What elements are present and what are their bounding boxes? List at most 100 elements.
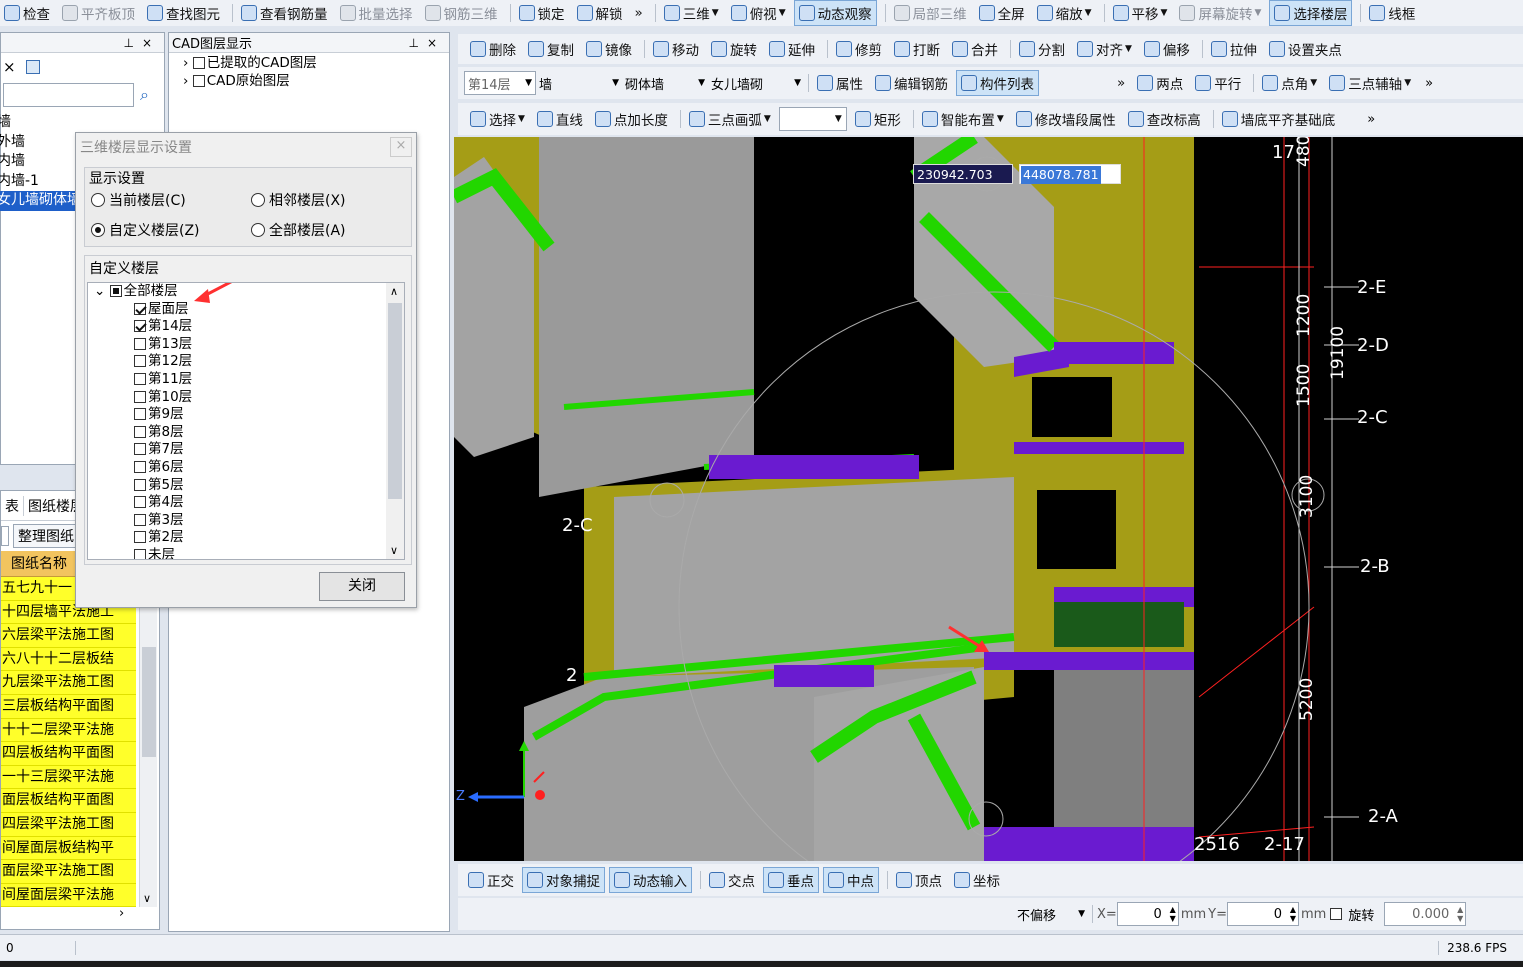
scroll-right-icon[interactable]: › bbox=[119, 906, 124, 921]
chevron-right-icon[interactable]: › bbox=[183, 73, 193, 89]
offset-mode-select[interactable]: 不偏移 ▼ bbox=[1014, 902, 1088, 926]
draw-toolbar-button[interactable]: 点加长度 bbox=[591, 107, 672, 131]
chevron-right-icon[interactable]: › bbox=[183, 55, 193, 71]
spinner-icon[interactable]: ▲ ▼ bbox=[1457, 905, 1463, 923]
scroll-down-icon[interactable]: ∨ bbox=[390, 544, 398, 557]
axis-toolbar-button[interactable]: 三点辅轴 ▼ bbox=[1325, 71, 1415, 95]
snap-button[interactable]: 正交 bbox=[464, 868, 518, 892]
drawing-list-item[interactable]: 十十二层梁平法施 bbox=[1, 718, 136, 743]
main-toolbar-button[interactable]: 查找图元 bbox=[143, 1, 224, 25]
main-toolbar-button[interactable]: 三维 ▼ bbox=[660, 1, 723, 25]
edit-toolbar-button[interactable]: 旋转 bbox=[707, 37, 761, 61]
draw-toolbar-button[interactable]: 墙底平齐基础底 bbox=[1218, 107, 1340, 131]
draw-toolbar-button[interactable]: 查改标高 bbox=[1124, 107, 1205, 131]
subtype-select[interactable]: 砌体墙 ▼ bbox=[622, 71, 708, 95]
rotate-checkbox[interactable] bbox=[1330, 908, 1343, 920]
checkbox[interactable] bbox=[134, 460, 146, 473]
checkbox[interactable] bbox=[134, 478, 146, 491]
floor-tree-item[interactable]: 第4层 bbox=[134, 494, 404, 512]
y-field[interactable]: 0 ▲ ▼ bbox=[1226, 902, 1299, 926]
main-toolbar-button[interactable]: 缩放 ▼ bbox=[1033, 1, 1096, 25]
main-toolbar-button[interactable]: » bbox=[631, 1, 647, 25]
chevron-down-icon[interactable]: ⌄ bbox=[94, 283, 110, 299]
checkbox[interactable] bbox=[192, 57, 205, 69]
draw-toolbar-button[interactable]: ▼ bbox=[778, 107, 847, 131]
main-toolbar-button[interactable]: 全屏 bbox=[975, 1, 1029, 25]
checkbox[interactable] bbox=[192, 74, 205, 87]
floor-tree-item[interactable]: 第11层 bbox=[134, 371, 404, 389]
main-toolbar-button[interactable]: 平齐板顶 bbox=[58, 1, 139, 25]
edit-toolbar-button[interactable]: 打断 bbox=[890, 37, 944, 61]
draw-toolbar-button[interactable]: 修改墙段属性 bbox=[1012, 107, 1120, 131]
tri-state-checkbox[interactable] bbox=[109, 285, 122, 297]
floor-tree-scrollbar[interactable]: ∧ ∨ bbox=[386, 283, 404, 559]
axis-toolbar-button[interactable]: 两点 bbox=[1133, 71, 1187, 95]
main-toolbar-button[interactable]: 动态观察 bbox=[793, 0, 877, 26]
snap-button[interactable]: 对象捕捉 bbox=[522, 867, 605, 893]
main-toolbar-button[interactable]: 批量选择 bbox=[336, 1, 417, 25]
checked-checkbox[interactable] bbox=[134, 320, 146, 333]
drawing-list-item[interactable]: 九层梁平法施工图 bbox=[1, 671, 136, 695]
snap-button[interactable]: 动态输入 bbox=[609, 867, 692, 893]
drawing-list-scrollbar[interactable]: ∨ bbox=[139, 577, 157, 907]
main-toolbar-button[interactable]: 屏幕旋转 ▼ bbox=[1175, 1, 1265, 25]
draw-toolbar-button[interactable]: 三点画弧 ▼ bbox=[685, 107, 775, 131]
floor-tree-item[interactable]: 第13层 bbox=[134, 336, 404, 354]
drawing-list-item[interactable]: 四层板结构平面图 bbox=[1, 742, 136, 766]
checkbox[interactable] bbox=[134, 337, 146, 350]
close-icon[interactable]: × bbox=[3, 58, 16, 76]
close-dialog-button[interactable]: 关闭 bbox=[319, 572, 405, 601]
scrollbar-thumb[interactable] bbox=[142, 647, 156, 757]
component-tree-item[interactable]: 墙 bbox=[0, 113, 164, 133]
edit-toolbar-button[interactable]: 合并 bbox=[948, 37, 1002, 61]
drawing-list-item[interactable]: 面层梁平法施工图 bbox=[1, 860, 136, 884]
drawing-list-item[interactable]: 三层板结构平面图 bbox=[1, 694, 136, 719]
checkbox[interactable] bbox=[134, 496, 146, 509]
tab-table[interactable]: 表 bbox=[1, 495, 24, 516]
main-toolbar-button[interactable]: 俯视 ▼ bbox=[727, 1, 790, 25]
checkbox[interactable] bbox=[134, 355, 146, 368]
edit-toolbar-button[interactable]: 设置夹点 bbox=[1265, 37, 1346, 61]
organize-drawings-button[interactable]: 整理图纸 bbox=[13, 524, 79, 548]
floor-select[interactable]: 第14层 ▼ bbox=[464, 71, 536, 95]
edit-toolbar-button[interactable]: 镜像 bbox=[582, 37, 636, 61]
component-search-input[interactable] bbox=[3, 83, 134, 107]
scrollbar-thumb[interactable] bbox=[388, 303, 402, 499]
component-select[interactable]: 女儿墙砌 ▼ bbox=[708, 71, 804, 95]
rotate-field[interactable]: 0.000 ▲ ▼ bbox=[1384, 902, 1467, 926]
component-toolbar-button[interactable]: 属性 bbox=[813, 71, 867, 95]
checkbox[interactable] bbox=[134, 443, 146, 456]
floor-tree-item[interactable]: 屋面层 bbox=[134, 301, 404, 319]
edit-toolbar-button[interactable]: 移动 bbox=[649, 37, 703, 61]
edit-toolbar-button[interactable]: 复制 bbox=[524, 37, 578, 61]
floor-tree-item[interactable]: 第14层 bbox=[134, 318, 404, 336]
panel-pin-close-icon[interactable]: ⊥× bbox=[408, 36, 445, 50]
checkbox[interactable] bbox=[134, 408, 146, 421]
spinner-icon[interactable]: ▲ ▼ bbox=[1290, 905, 1296, 923]
edit-toolbar-button[interactable]: 延伸 bbox=[765, 37, 819, 61]
cad-layer-item[interactable]: › 已提取的CAD图层 bbox=[183, 55, 449, 73]
checkbox[interactable] bbox=[134, 531, 146, 544]
floor-tree-item[interactable]: 第2层 bbox=[134, 529, 404, 547]
draw-toolbar-button[interactable]: 直线 bbox=[533, 107, 587, 131]
copy-icon[interactable] bbox=[25, 60, 40, 74]
snap-button[interactable]: 顶点 bbox=[892, 868, 946, 892]
close-icon[interactable]: × bbox=[390, 137, 412, 157]
snap-button[interactable]: 坐标 bbox=[950, 868, 1004, 892]
drawing-list-item[interactable]: 四层梁平法施工图 bbox=[1, 812, 136, 837]
main-toolbar-button[interactable]: 选择楼层 bbox=[1269, 0, 1353, 26]
coord-x-input[interactable]: 230942.703 bbox=[913, 164, 1013, 184]
edit-toolbar-button[interactable]: 删除 bbox=[466, 37, 520, 61]
edit-toolbar-button[interactable]: 对齐 ▼ bbox=[1073, 37, 1136, 61]
checked-checkbox[interactable] bbox=[134, 302, 146, 315]
drawing-list-item[interactable]: 一十三层梁平法施 bbox=[1, 765, 136, 790]
3d-viewport[interactable]: 2-E 2-D 2-C 2-B 2-A 2-C 2 2-17 17 2516 4… bbox=[454, 137, 1523, 861]
floor-tree-item[interactable]: 第3层 bbox=[134, 512, 404, 530]
x-field[interactable]: 0 ▲ ▼ bbox=[1116, 902, 1179, 926]
search-icon[interactable]: ⌕ bbox=[140, 85, 149, 105]
scroll-up-icon[interactable]: ∧ bbox=[390, 285, 398, 298]
main-toolbar-button[interactable]: 线框 bbox=[1365, 1, 1419, 25]
edit-toolbar-button[interactable]: 修剪 bbox=[832, 37, 886, 61]
floor-tree-item[interactable]: 未层 bbox=[134, 547, 404, 559]
draw-toolbar-button[interactable]: 矩形 bbox=[851, 107, 905, 131]
